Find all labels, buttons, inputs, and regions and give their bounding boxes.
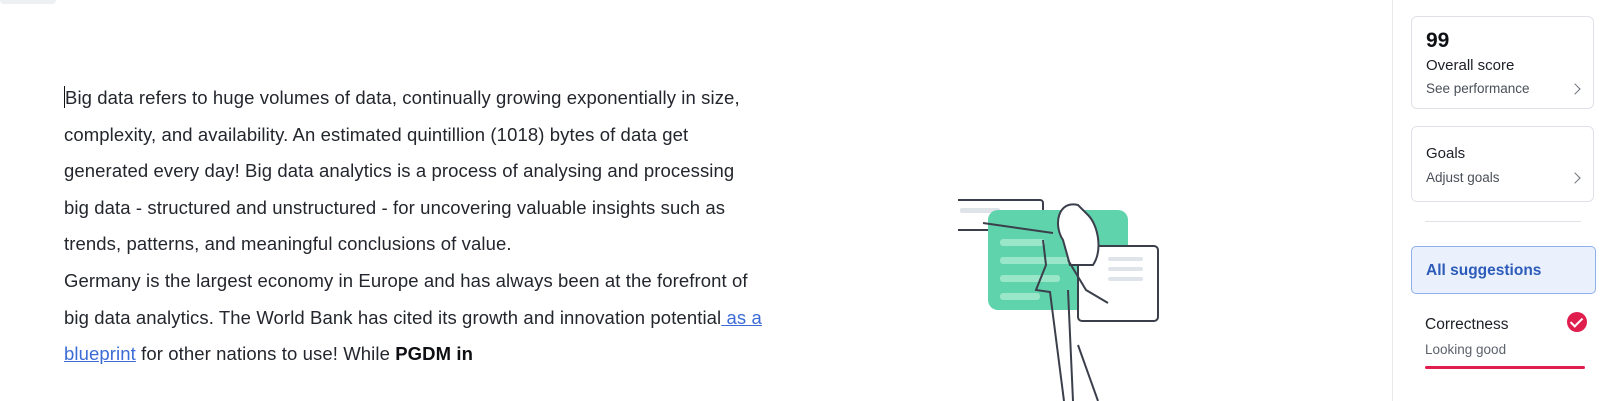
screen-line (1000, 275, 1060, 282)
adjust-goals-label: Adjust goals (1426, 170, 1500, 185)
correctness-underline (1425, 366, 1585, 369)
woman-presenting-illustration (958, 199, 1159, 401)
screen-line (1000, 293, 1040, 300)
screen-line (1000, 257, 1070, 264)
doc-line (1108, 277, 1143, 281)
doc-line (1108, 267, 1143, 271)
goals-card[interactable]: Goals Adjust goals (1411, 126, 1594, 202)
correctness-title[interactable]: Correctness (1425, 316, 1509, 334)
paragraph-text: for other nations to use! While (135, 343, 396, 365)
chevron-right-icon (1569, 172, 1581, 184)
correctness-status: Looking good (1425, 342, 1507, 357)
goals-title: Goals (1426, 145, 1466, 162)
paragraph-text: Germany is the largest economy in Europe… (64, 269, 748, 328)
overall-score-card[interactable]: 99 Overall score See performance (1411, 16, 1594, 109)
paragraph-germany: Germany is the largest economy in Europe… (64, 263, 764, 373)
screen-line (1000, 239, 1045, 246)
document-editor[interactable]: Big data refers to huge volumes of data,… (64, 80, 764, 373)
app-root: Big data refers to huge volumes of data,… (0, 0, 1600, 401)
chevron-right-icon (1569, 83, 1581, 95)
check-circle-icon (1567, 312, 1587, 332)
paragraph-text: Big data refers to huge volumes of data,… (64, 87, 740, 255)
overall-score-title: Overall score (1426, 57, 1515, 74)
doc-line (1108, 257, 1143, 261)
paragraph-big-data: Big data refers to huge volumes of data,… (64, 80, 764, 263)
assistant-sidebar: 99 Overall score See performance Goals A… (1392, 0, 1600, 401)
overall-score-value: 99 (1426, 29, 1450, 52)
sidebar-divider (1425, 221, 1581, 222)
see-performance-label: See performance (1426, 81, 1530, 96)
all-suggestions-button[interactable]: All suggestions (1411, 246, 1596, 294)
top-tab-indicator (0, 0, 56, 4)
bold-text: PGDM in (395, 343, 474, 365)
